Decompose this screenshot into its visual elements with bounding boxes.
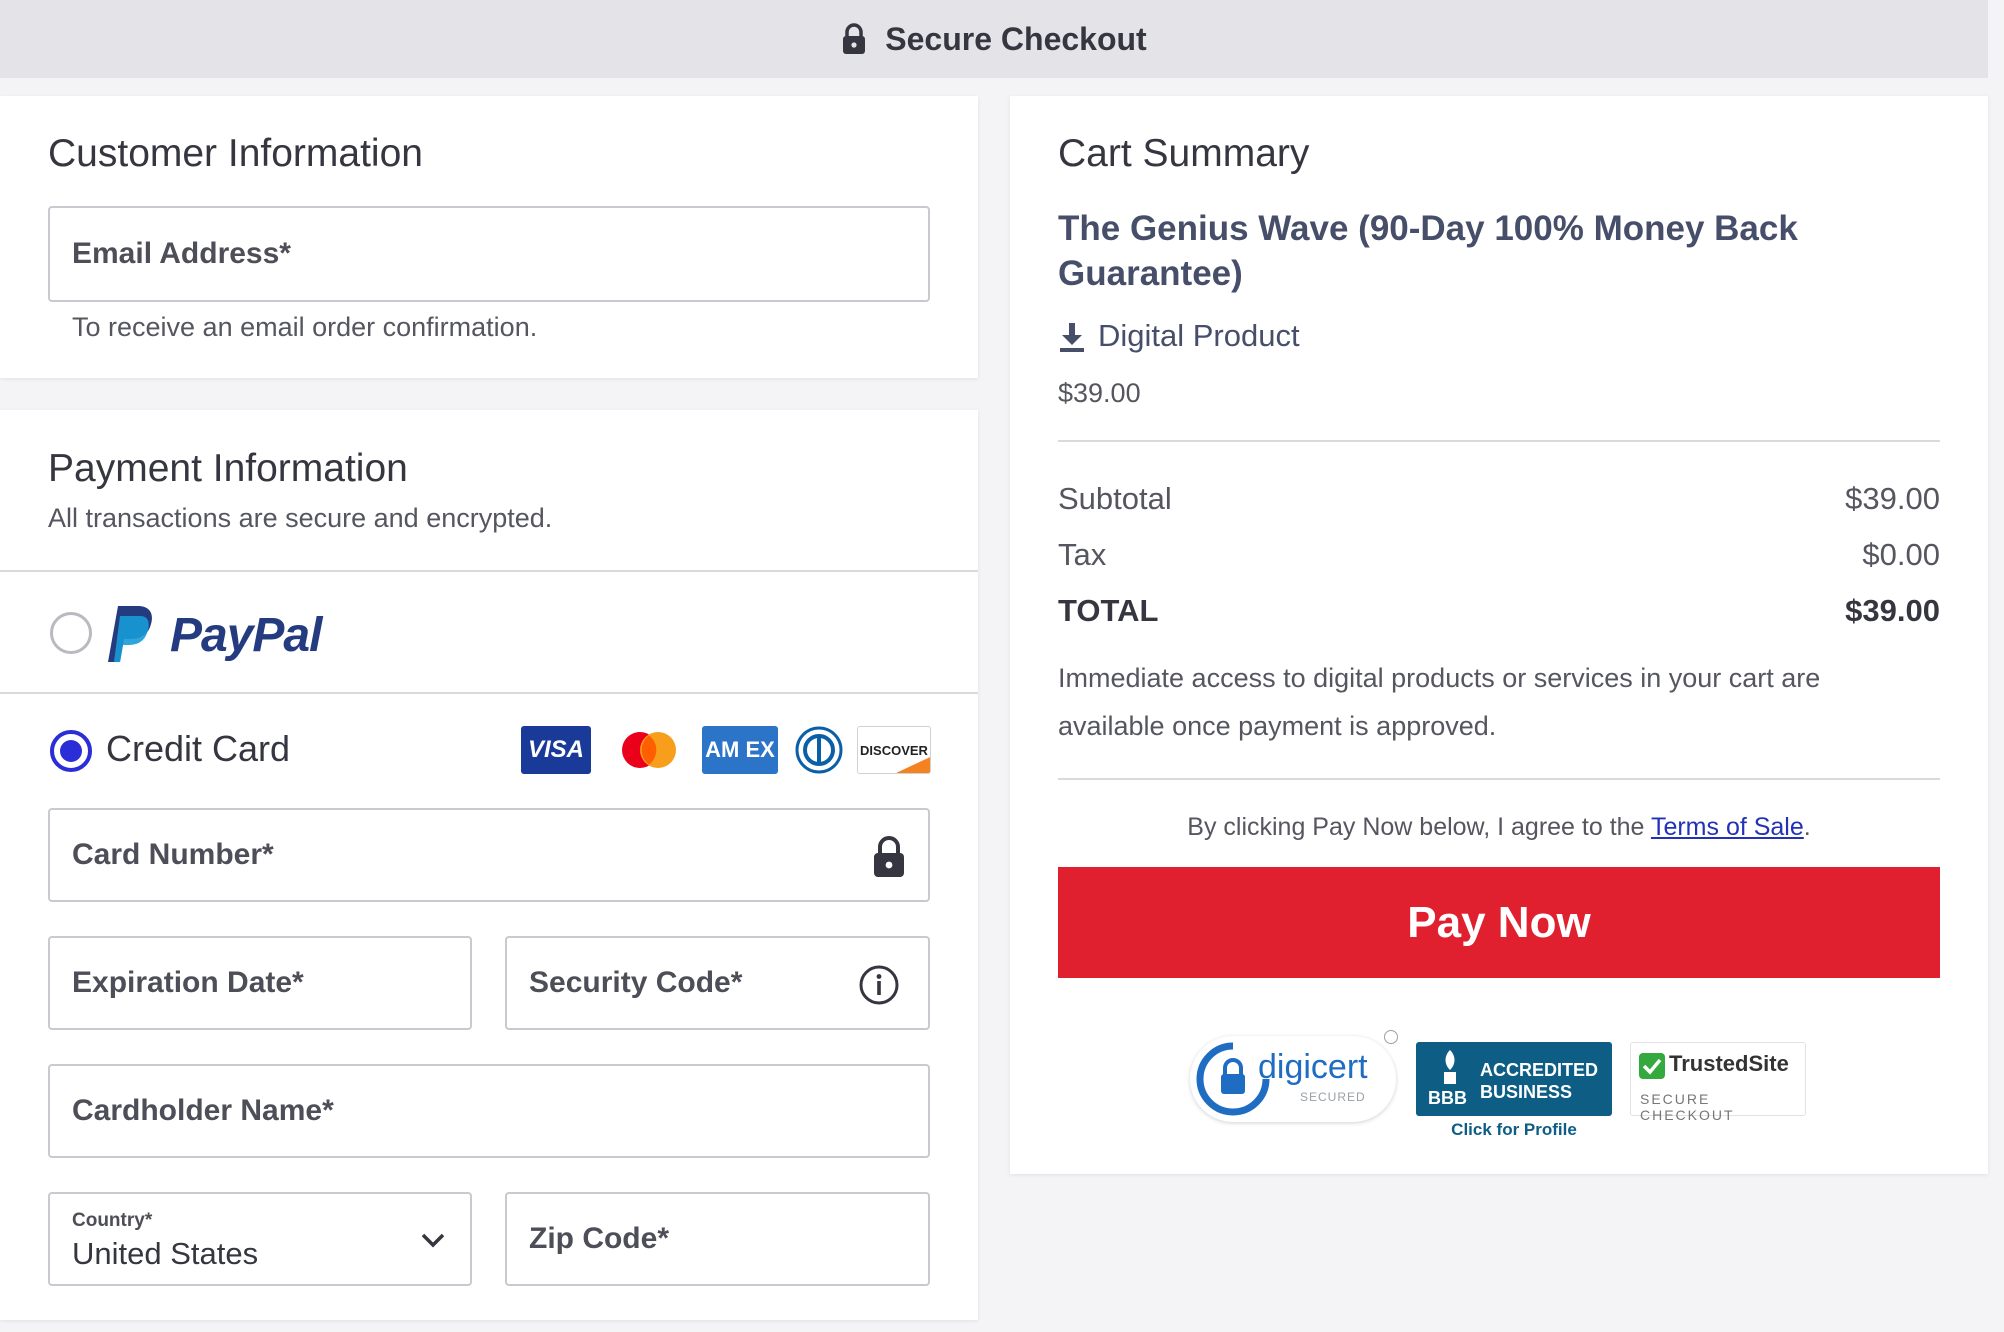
tax-value: $0.00	[1862, 537, 1940, 572]
trustedsite-sub: SECURE CHECKOUT	[1640, 1091, 1735, 1123]
divider	[0, 692, 978, 694]
total-value: $39.00	[1845, 593, 1940, 628]
visa-icon: VISA	[521, 726, 591, 774]
subtotal-label: Subtotal	[1058, 481, 1172, 516]
terms-of-sale-link[interactable]: Terms of Sale	[1651, 813, 1804, 841]
discover-text: DISCOVER	[860, 742, 928, 758]
security-code-field[interactable]: Security Code*	[505, 936, 930, 1030]
divider	[0, 570, 978, 572]
credit-card-label[interactable]: Credit Card	[106, 728, 290, 770]
terms-suffix: .	[1803, 813, 1811, 841]
email-placeholder: Email Address*	[72, 237, 291, 270]
tax-label: Tax	[1058, 537, 1107, 572]
paypal-text: PayPal	[170, 609, 322, 662]
country-select[interactable]: Country* United States	[48, 1192, 472, 1286]
divider	[1058, 440, 1940, 442]
card-number-field[interactable]: Card Number*	[48, 808, 930, 902]
product-type: Digital Product	[1098, 318, 1300, 353]
expiration-date-placeholder: Expiration Date*	[72, 966, 304, 999]
payment-subtitle: All transactions are secure and encrypte…	[48, 503, 553, 533]
total-label: TOTAL	[1058, 593, 1159, 628]
bbb-badge[interactable]: BBB ACCREDITED BUSINESS	[1416, 1042, 1612, 1116]
page-title: Secure Checkout	[885, 20, 1147, 57]
terms-agreement: By clicking Pay Now below, I agree to th…	[1058, 813, 1940, 842]
pay-now-button[interactable]: Pay Now	[1058, 867, 1940, 978]
product-name: The Genius Wave (90-Day 100% Money Back …	[1058, 209, 1798, 293]
info-icon[interactable]	[858, 964, 900, 1006]
terms-prefix: By clicking Pay Now below, I agree to th…	[1187, 813, 1651, 841]
digicert-sub: SECURED	[1300, 1090, 1366, 1104]
checkmark-icon	[1639, 1053, 1665, 1079]
customer-info-title: Customer Information	[48, 132, 423, 175]
product-price: $39.00	[1058, 378, 1141, 408]
bbb-line1: ACCREDITED	[1480, 1060, 1599, 1080]
discover-icon: DISCOVER	[857, 726, 931, 774]
security-code-placeholder: Security Code*	[529, 966, 743, 999]
divider	[1058, 778, 1940, 780]
card-number-placeholder: Card Number*	[72, 838, 274, 871]
zip-code-field[interactable]: Zip Code*	[505, 1192, 930, 1286]
cardholder-name-placeholder: Cardholder Name*	[72, 1094, 334, 1127]
bbb-caption[interactable]: Click for Profile	[1416, 1120, 1612, 1140]
zip-code-placeholder: Zip Code*	[529, 1222, 669, 1255]
lock-icon	[843, 23, 866, 54]
email-helper-text: To receive an email order confirmation.	[72, 312, 538, 342]
country-value: United States	[72, 1236, 259, 1271]
chevron-down-icon	[421, 1233, 445, 1248]
digicert-badge[interactable]: digicert SECURED	[1190, 1030, 1398, 1122]
bbb-abbr: BBB	[1428, 1088, 1467, 1108]
bbb-line2: BUSINESS	[1480, 1082, 1573, 1102]
trustedsite-name: TrustedSite	[1669, 1051, 1789, 1076]
trustedsite-badge[interactable]: TrustedSite SECURE CHECKOUT	[1630, 1042, 1806, 1123]
lock-icon	[874, 836, 904, 877]
subtotal-value: $39.00	[1845, 481, 1940, 516]
expiration-date-field[interactable]: Expiration Date*	[48, 936, 472, 1030]
total-row: TOTAL $39.00	[1058, 593, 1940, 629]
registered-mark-icon	[1384, 1030, 1398, 1044]
country-label: Country*	[72, 1210, 153, 1231]
subtotal-row: Subtotal $39.00	[1058, 481, 1940, 517]
tax-row: Tax $0.00	[1058, 537, 1940, 573]
paypal-wordmark: PayPal	[170, 608, 322, 663]
digicert-text: digicert	[1258, 1048, 1368, 1086]
payment-info-title: Payment Information	[48, 447, 408, 490]
header-bar: Secure Checkout	[0, 0, 1988, 78]
cart-summary-title: Cart Summary	[1058, 132, 1310, 175]
credit-card-radio[interactable]	[50, 730, 92, 772]
discover-accent	[896, 755, 930, 773]
cardholder-name-field[interactable]: Cardholder Name*	[48, 1064, 930, 1158]
paypal-logo[interactable]: PayPal	[104, 604, 344, 666]
diners-club-icon	[794, 726, 844, 774]
paypal-radio[interactable]	[50, 612, 92, 654]
paypal-icon	[108, 606, 152, 662]
download-icon	[1060, 323, 1084, 352]
amex-icon: AM EX	[702, 726, 778, 774]
access-note: Immediate access to digital products or …	[1058, 663, 1821, 741]
email-field[interactable]: Email Address*	[48, 206, 930, 302]
mastercard-icon	[614, 726, 684, 774]
